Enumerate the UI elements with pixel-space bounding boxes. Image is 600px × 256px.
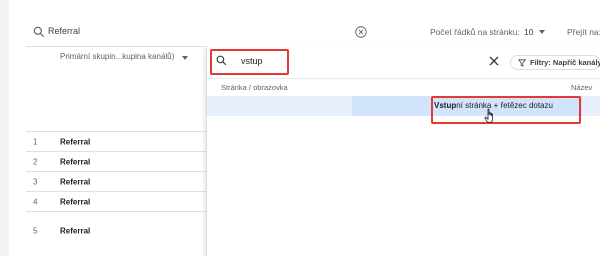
search-input[interactable]: Referral (48, 26, 80, 36)
data-table: 1 Referral 2 Referral 3 Referral 4 Refer… (26, 131, 206, 249)
left-gutter (0, 0, 9, 256)
rows-per-page-select[interactable]: 10 (524, 27, 533, 37)
row-value: Referral (60, 226, 91, 235)
rows-per-page-label: Počet řádků na stránku: (430, 27, 520, 37)
row-value: Referral (60, 157, 91, 166)
option-match-text: Vstup (434, 101, 457, 110)
table-search-bar: Referral Počet řádků na stránku: 10 Přej… (26, 20, 600, 46)
dimension-search-bar: vstup Filtry: Napříč kanály (207, 46, 600, 78)
option-rest-text: ní stránka + řetězec dotazu (456, 101, 553, 110)
table-row: 5 Referral (26, 211, 206, 249)
row-number: 3 (33, 177, 38, 186)
hand-cursor-icon (484, 108, 493, 123)
name-header: Název (571, 83, 593, 92)
column-header-dimension[interactable]: Primární skupin...kupina kanálů) (60, 52, 174, 61)
close-icon[interactable] (489, 56, 499, 66)
filter-chip-label: Filtry: Napříč kanály (530, 58, 600, 67)
dimension-dropdown-icon[interactable] (182, 56, 188, 60)
divider (207, 78, 600, 79)
table-row: 2 Referral (26, 151, 206, 171)
dimension-search-input[interactable]: vstup (241, 56, 263, 66)
row-value: Referral (60, 137, 91, 146)
row-number: 4 (33, 197, 38, 206)
filter-chip[interactable]: Filtry: Napříč kanály (510, 55, 600, 70)
row-value: Referral (60, 177, 91, 186)
chevron-down-icon[interactable] (539, 30, 545, 34)
go-to-page-label: Přejít na: (567, 27, 600, 37)
clear-search-icon[interactable] (354, 25, 368, 39)
search-icon (33, 26, 45, 38)
table-row: 3 Referral (26, 171, 206, 191)
row-number: 1 (33, 137, 38, 146)
table-row: 1 Referral (26, 131, 206, 151)
row-value: Referral (60, 197, 91, 206)
row-number: 5 (33, 226, 38, 235)
row-number: 2 (33, 157, 38, 166)
dimension-picker-panel: vstup Filtry: Napříč kanály Stránka / ob… (206, 46, 600, 256)
table-row: 4 Referral (26, 191, 206, 211)
search-icon (216, 55, 227, 66)
category-header: Stránka / obrazovka (221, 83, 288, 92)
filter-icon (518, 59, 526, 67)
